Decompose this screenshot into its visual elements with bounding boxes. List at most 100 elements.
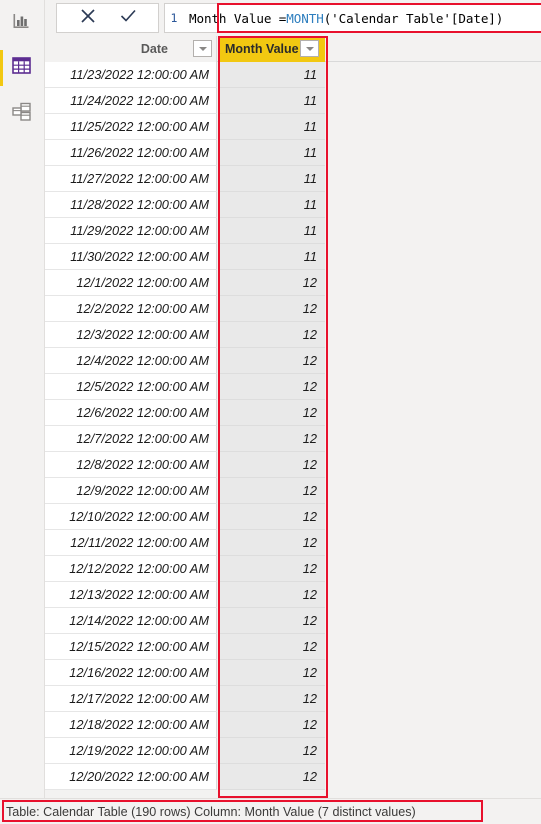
table-row[interactable]: 12/7/2022 12:00:00 AM 12	[45, 426, 541, 452]
table-row[interactable]: 12/20/2022 12:00:00 AM 12	[45, 764, 541, 790]
cell-date[interactable]: 11/30/2022 12:00:00 AM	[45, 244, 217, 270]
cell-month-value[interactable]: 12	[218, 348, 325, 374]
table-row[interactable]: 11/30/2022 12:00:00 AM 11	[45, 244, 541, 270]
cell-month-value[interactable]: 12	[218, 764, 325, 790]
cell-date[interactable]: 11/23/2022 12:00:00 AM	[45, 62, 217, 88]
cell-month-value[interactable]: 12	[218, 478, 325, 504]
cell-date[interactable]: 12/5/2022 12:00:00 AM	[45, 374, 217, 400]
table-row[interactable]: 12/4/2022 12:00:00 AM 12	[45, 348, 541, 374]
table-row[interactable]: 12/8/2022 12:00:00 AM 12	[45, 452, 541, 478]
cell-month-value[interactable]: 11	[218, 244, 325, 270]
cell-month-value[interactable]: 12	[218, 452, 325, 478]
column-filter-date-button[interactable]	[193, 40, 212, 57]
column-filter-month-value-button[interactable]	[300, 40, 319, 57]
cell-month-value[interactable]: 12	[218, 686, 325, 712]
cell-month-value[interactable]: 12	[218, 426, 325, 452]
cell-date[interactable]: 12/2/2022 12:00:00 AM	[45, 296, 217, 322]
table-row[interactable]: 12/14/2022 12:00:00 AM 12	[45, 608, 541, 634]
table-row[interactable]: 12/16/2022 12:00:00 AM 12	[45, 660, 541, 686]
cell-date[interactable]: 11/24/2022 12:00:00 AM	[45, 88, 217, 114]
table-row[interactable]: 11/23/2022 12:00:00 AM 11	[45, 62, 541, 88]
cell-date[interactable]: 12/17/2022 12:00:00 AM	[45, 686, 217, 712]
table-row[interactable]: 12/18/2022 12:00:00 AM 12	[45, 712, 541, 738]
cell-month-value[interactable]: 12	[218, 400, 325, 426]
cell-month-value[interactable]: 11	[218, 166, 325, 192]
cell-month-value[interactable]: 11	[218, 218, 325, 244]
table-row[interactable]: 12/17/2022 12:00:00 AM 12	[45, 686, 541, 712]
table-row[interactable]: 12/2/2022 12:00:00 AM 12	[45, 296, 541, 322]
table-row[interactable]: 12/1/2022 12:00:00 AM 12	[45, 270, 541, 296]
table-row[interactable]: 12/6/2022 12:00:00 AM 12	[45, 400, 541, 426]
cell-month-value[interactable]: 11	[218, 114, 325, 140]
cell-month-value[interactable]: 12	[218, 712, 325, 738]
table-row[interactable]: 12/3/2022 12:00:00 AM 12	[45, 322, 541, 348]
cell-month-value[interactable]: 12	[218, 634, 325, 660]
cell-date[interactable]: 12/16/2022 12:00:00 AM	[45, 660, 217, 686]
cell-date[interactable]: 12/7/2022 12:00:00 AM	[45, 426, 217, 452]
formula-input[interactable]: 1 Month Value = MONTH ('Calendar Table'[D…	[164, 3, 541, 33]
table-row[interactable]: 12/19/2022 12:00:00 AM 12	[45, 738, 541, 764]
cell-month-value[interactable]: 12	[218, 608, 325, 634]
column-header-date[interactable]: Date	[45, 36, 217, 62]
table-row[interactable]: 12/13/2022 12:00:00 AM 12	[45, 582, 541, 608]
cell-month-value[interactable]: 12	[218, 374, 325, 400]
chevron-down-icon	[305, 46, 314, 51]
cell-date[interactable]: 12/12/2022 12:00:00 AM	[45, 556, 217, 582]
formula-expression[interactable]: Month Value = MONTH ('Calendar Table'[Dat…	[183, 4, 541, 32]
cell-date[interactable]: 12/10/2022 12:00:00 AM	[45, 504, 217, 530]
cell-month-value[interactable]: 12	[218, 660, 325, 686]
cell-month-value[interactable]: 11	[218, 192, 325, 218]
cell-date[interactable]: 12/3/2022 12:00:00 AM	[45, 322, 217, 348]
cell-date[interactable]: 12/20/2022 12:00:00 AM	[45, 764, 217, 790]
sidebar-item-model-view[interactable]	[0, 92, 44, 136]
table-row[interactable]: 12/15/2022 12:00:00 AM 12	[45, 634, 541, 660]
close-x-icon	[78, 6, 98, 31]
cell-date[interactable]: 12/14/2022 12:00:00 AM	[45, 608, 217, 634]
cancel-button[interactable]	[75, 6, 101, 30]
table-row[interactable]: 12/5/2022 12:00:00 AM 12	[45, 374, 541, 400]
cell-month-value[interactable]: 12	[218, 530, 325, 556]
cell-month-value[interactable]: 11	[218, 88, 325, 114]
cell-month-value[interactable]: 12	[218, 738, 325, 764]
cell-date[interactable]: 12/11/2022 12:00:00 AM	[45, 530, 217, 556]
cell-date[interactable]: 11/26/2022 12:00:00 AM	[45, 140, 217, 166]
formula-bar-row: 1 Month Value = MONTH ('Calendar Table'[D…	[45, 0, 541, 36]
table-row[interactable]: 11/28/2022 12:00:00 AM 11	[45, 192, 541, 218]
cell-date[interactable]: 11/28/2022 12:00:00 AM	[45, 192, 217, 218]
accept-button[interactable]	[115, 6, 141, 30]
table-row[interactable]: 11/27/2022 12:00:00 AM 11	[45, 166, 541, 192]
sidebar-item-data-view[interactable]	[0, 46, 44, 90]
cell-month-value[interactable]: 11	[218, 140, 325, 166]
cell-date[interactable]: 11/27/2022 12:00:00 AM	[45, 166, 217, 192]
table-row[interactable]: 12/9/2022 12:00:00 AM 12	[45, 478, 541, 504]
status-bar: Table: Calendar Table (190 rows) Column:…	[0, 798, 541, 824]
table-row[interactable]: 12/10/2022 12:00:00 AM 12	[45, 504, 541, 530]
table-row[interactable]: 11/29/2022 12:00:00 AM 11	[45, 218, 541, 244]
cell-date[interactable]: 11/25/2022 12:00:00 AM	[45, 114, 217, 140]
table-row[interactable]: 11/24/2022 12:00:00 AM 11	[45, 88, 541, 114]
cell-month-value[interactable]: 12	[218, 582, 325, 608]
cell-date[interactable]: 12/1/2022 12:00:00 AM	[45, 270, 217, 296]
formula-token-suffix: ('Calendar Table'[Date])	[323, 10, 504, 26]
cell-date[interactable]: 12/6/2022 12:00:00 AM	[45, 400, 217, 426]
table-row[interactable]: 12/11/2022 12:00:00 AM 12	[45, 530, 541, 556]
cell-date[interactable]: 12/19/2022 12:00:00 AM	[45, 738, 217, 764]
cell-date[interactable]: 12/13/2022 12:00:00 AM	[45, 582, 217, 608]
cell-date[interactable]: 11/29/2022 12:00:00 AM	[45, 218, 217, 244]
table-grid-icon	[10, 54, 34, 83]
cell-month-value[interactable]: 11	[218, 62, 325, 88]
cell-date[interactable]: 12/15/2022 12:00:00 AM	[45, 634, 217, 660]
cell-date[interactable]: 12/4/2022 12:00:00 AM	[45, 348, 217, 374]
cell-date[interactable]: 12/18/2022 12:00:00 AM	[45, 712, 217, 738]
table-row[interactable]: 12/12/2022 12:00:00 AM 12	[45, 556, 541, 582]
cell-month-value[interactable]: 12	[218, 296, 325, 322]
cell-month-value[interactable]: 12	[218, 504, 325, 530]
cell-month-value[interactable]: 12	[218, 322, 325, 348]
cell-date[interactable]: 12/8/2022 12:00:00 AM	[45, 452, 217, 478]
cell-month-value[interactable]: 12	[218, 556, 325, 582]
cell-month-value[interactable]: 12	[218, 270, 325, 296]
table-row[interactable]: 11/26/2022 12:00:00 AM 11	[45, 140, 541, 166]
cell-date[interactable]: 12/9/2022 12:00:00 AM	[45, 478, 217, 504]
table-row[interactable]: 11/25/2022 12:00:00 AM 11	[45, 114, 541, 140]
sidebar-item-report-view[interactable]	[0, 2, 44, 46]
